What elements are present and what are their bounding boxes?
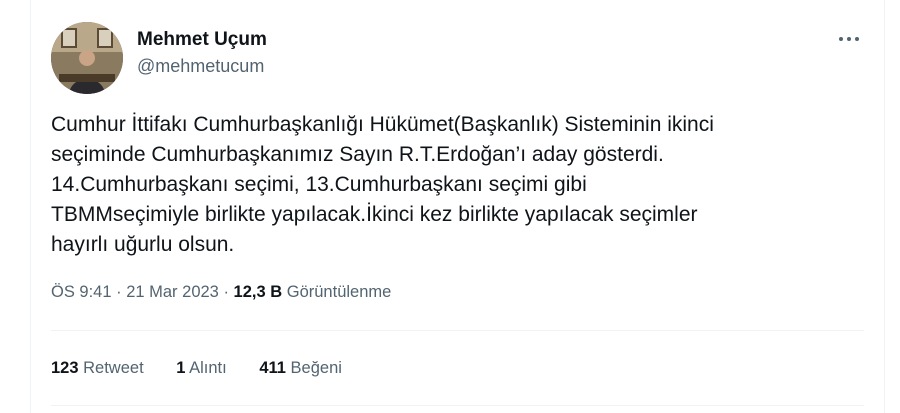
author-handle[interactable]: @mehmetucum [137,54,267,78]
views-label: Görüntülenme [286,283,392,301]
tweet-text-line: seçiminde Cumhurbaşkanımız Sayın R.T.Erd… [51,143,664,166]
retweets-count: 123 [51,359,79,377]
tweet-meta: ÖS 9:41 · 21 Mar 2023 · 12,3 B Görüntüle… [51,280,391,304]
more-horizontal-icon[interactable] [832,26,866,52]
tweet-text-line: 14.Cumhurbaşkanı seçimi, 13.Cumhurbaşkan… [51,173,587,196]
divider [51,330,864,331]
tweet-card: Mehmet Uçum @mehmetucum Cumhur İttifakı … [30,0,885,413]
avatar-photo [51,22,123,94]
user-info: Mehmet Uçum @mehmetucum [137,28,267,78]
engagement-stats: 123 Retweet 1 Alıntı 411 Beğeni [51,356,370,380]
avatar[interactable] [51,22,123,94]
tweet-text-line: hayırlı uğurlu olsun. [51,233,235,256]
divider [51,405,864,406]
tweet-text-line: TBMMseçimiyle birlikte yapılacak.İkinci … [51,203,698,226]
author-display-name[interactable]: Mehmet Uçum [137,28,267,52]
likes-count: 411 [259,359,286,377]
quotes-count: 1 [176,359,186,377]
quotes-stat[interactable]: 1 Alıntı [176,356,226,380]
views-count: 12,3 B [233,283,283,301]
retweets-stat[interactable]: 123 Retweet [51,356,144,380]
quotes-label: Alıntı [189,359,227,377]
meta-separator: · [218,283,234,301]
likes-label: Beğeni [290,359,342,377]
timestamp-link[interactable]: ÖS 9:41 · 21 Mar 2023 [51,283,219,301]
tweet-header: Mehmet Uçum @mehmetucum [51,22,866,94]
tweet-text: Cumhur İttifakı Cumhurbaşkanlığı Hükümet… [51,110,871,260]
likes-stat[interactable]: 411 Beğeni [259,356,342,380]
tweet-text-line: Cumhur İttifakı Cumhurbaşkanlığı Hükümet… [51,113,714,136]
retweets-label: Retweet [83,359,144,377]
